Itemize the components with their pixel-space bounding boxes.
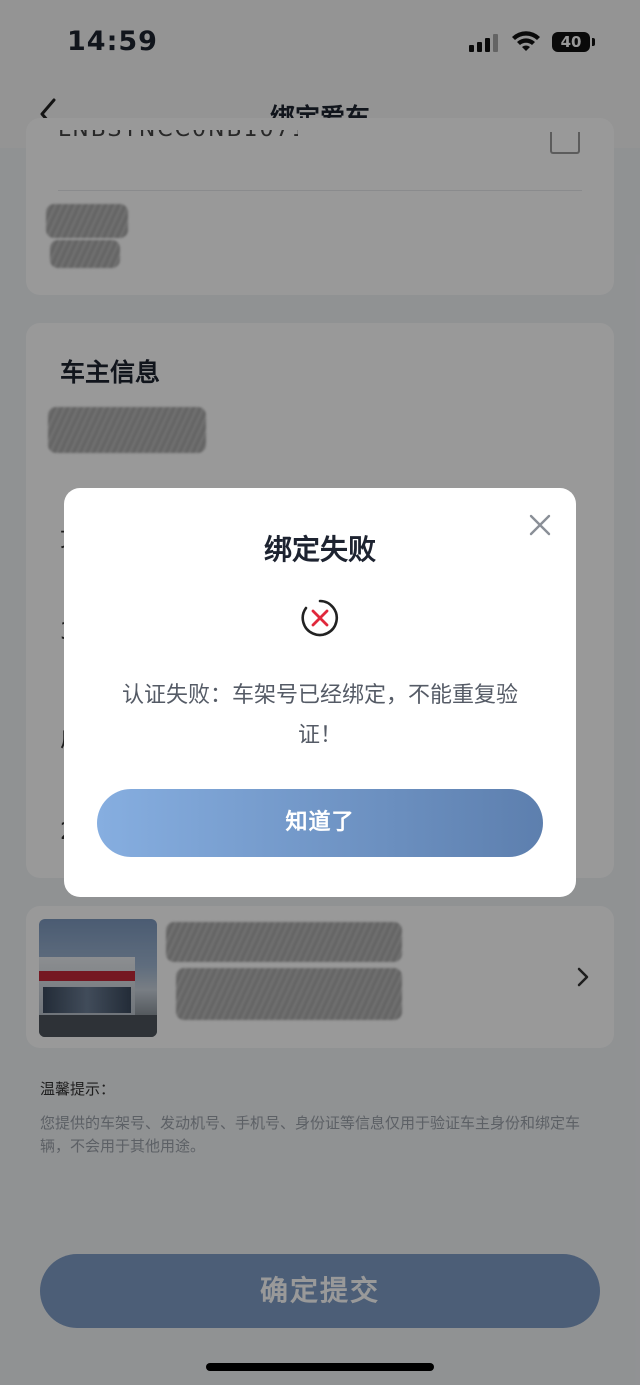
- bind-failed-dialog: 绑定失败 认证失败：车架号已经绑定，不能重复验证！ 知道了: [64, 488, 576, 897]
- dialog-message: 认证失败：车架号已经绑定，不能重复验证！: [121, 683, 518, 748]
- error-icon: [301, 599, 339, 637]
- acknowledge-button[interactable]: 知道了: [97, 789, 543, 857]
- dialog-title: 绑定失败: [263, 533, 376, 566]
- close-icon[interactable]: [527, 512, 553, 538]
